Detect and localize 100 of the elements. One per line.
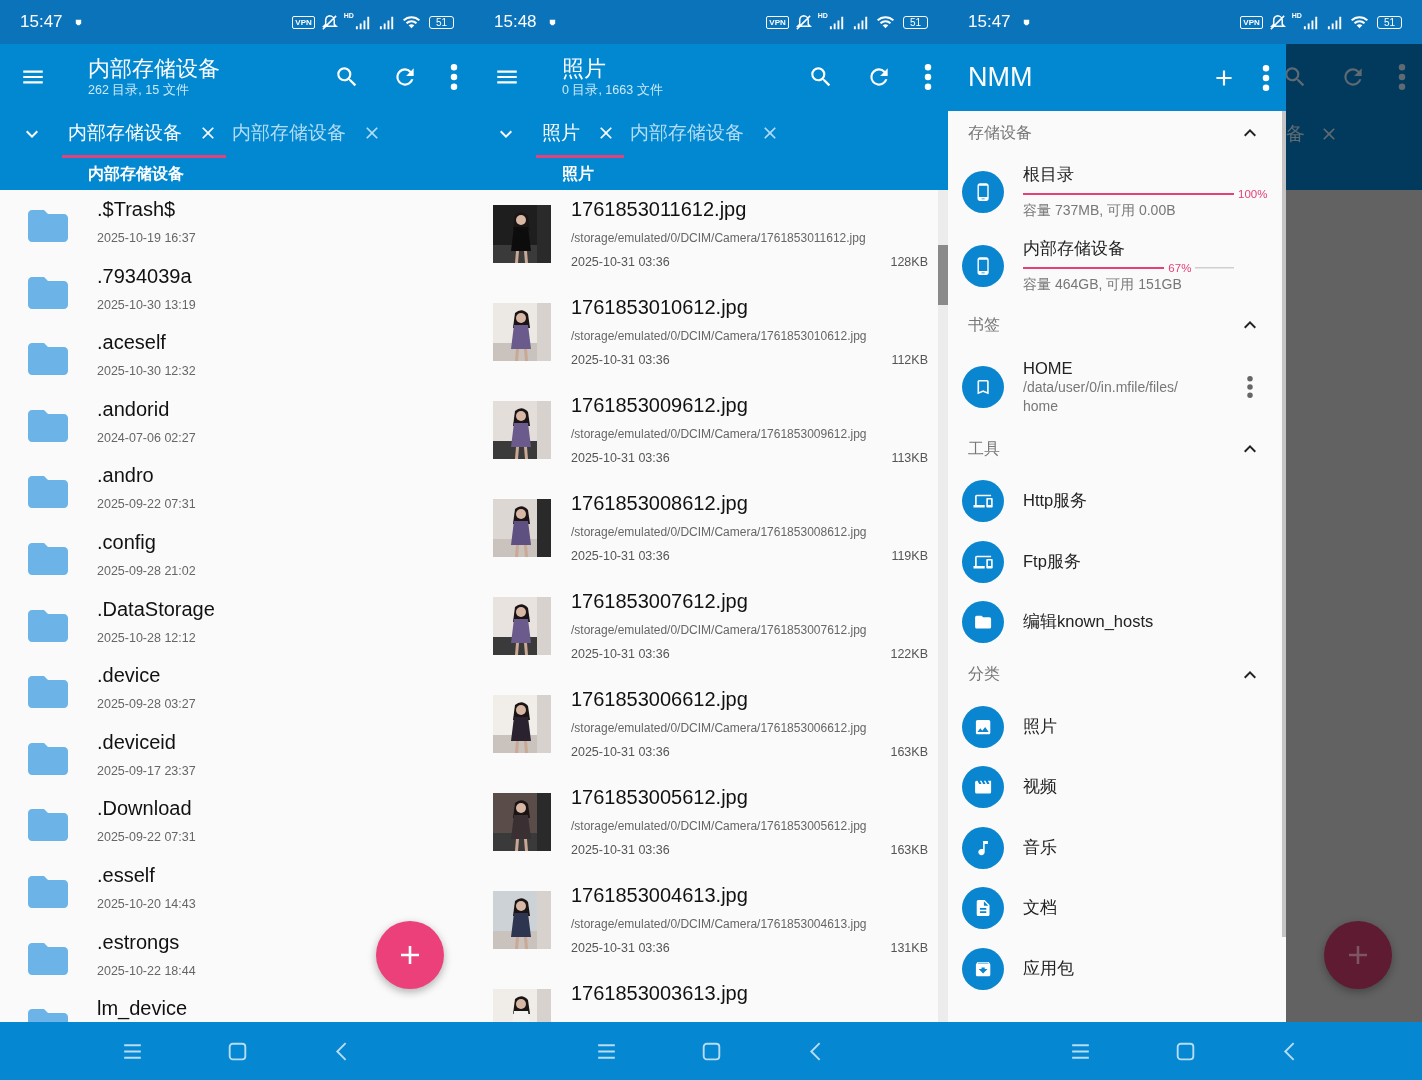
bookmark-icon: [962, 366, 1004, 408]
tab[interactable]: 内部存储设备: [62, 110, 226, 158]
file-path: /storage/emulated/0/DCIM/Camera/1761853009612.jpg: [571, 427, 868, 441]
folder-name[interactable]: lm_device: [97, 997, 188, 1020]
section-header[interactable]: 存储设备: [948, 111, 1286, 155]
modified-date: 2025-09-22 07:31: [97, 497, 196, 512]
tab-label: 备: [1286, 122, 1305, 146]
folder-name[interactable]: .$Trash$: [97, 198, 196, 220]
file-path: /storage/emulated/0/DCIM/Camera/1761853005612.jpg: [571, 819, 868, 833]
folder-name[interactable]: .Download: [97, 797, 196, 820]
file-path: /storage/emulated/0/DCIM/Camera/1761853011612.jpg: [571, 231, 867, 245]
drawer-item-label[interactable]: Http服务: [1023, 490, 1270, 513]
folder-name[interactable]: .config: [97, 530, 196, 553]
modified-date: 2025-10-31 03:36: [571, 255, 670, 269]
folder-icon: [28, 476, 68, 509]
file-size: 163KB: [890, 843, 928, 857]
vpn-indicator: VPN: [292, 15, 315, 29]
bell-off-icon: [319, 12, 339, 32]
file-name[interactable]: 1761853005612.jpg: [571, 786, 928, 809]
folder-icon: [28, 809, 68, 842]
file-name[interactable]: 1761853009612.jpg: [571, 394, 928, 417]
plus-icon: [401, 946, 419, 964]
folder-name[interactable]: .andro: [97, 464, 196, 487]
modified-date: 2025-10-30 12:32: [97, 364, 196, 379]
modified-date: 2025-10-19 16:37: [97, 231, 196, 245]
capacity-text: 容量 737MB, 可用 0.00B: [1023, 202, 1177, 220]
tab[interactable]: 照片: [536, 110, 624, 158]
folder-name[interactable]: .device: [97, 664, 196, 687]
folder-icon: [28, 742, 68, 775]
scrollbar[interactable]: [1282, 111, 1286, 937]
file-name[interactable]: 1761853011612.jpg: [571, 198, 928, 221]
devices-icon: [962, 480, 1004, 523]
file-name[interactable]: 1761853004613.jpg: [571, 884, 928, 907]
notification-icon: [73, 17, 83, 27]
image-icon: [962, 705, 1004, 748]
folder-icon: [28, 343, 68, 376]
folder-name[interactable]: .andorid: [97, 397, 196, 420]
clock-text: 15:47: [968, 12, 1011, 32]
phone-icon: [962, 245, 1004, 287]
add-button[interactable]: [1324, 921, 1392, 989]
more-icon[interactable]: [1262, 64, 1270, 91]
modified-date: 2025-10-31 03:36: [571, 353, 670, 367]
file-name[interactable]: 1761853003613.jpg: [571, 982, 928, 1005]
folder-icon: [28, 875, 68, 908]
section-header[interactable]: 书签: [948, 303, 1286, 347]
folder-name[interactable]: .7934039a: [97, 264, 196, 287]
file-path: /storage/emulated/0/DCIM/Camera/1761853004613.jpg: [571, 917, 868, 931]
drawer-item-label[interactable]: 编辑known_hosts: [1023, 611, 1270, 634]
folder-icon: [28, 942, 68, 975]
drawer-item-label[interactable]: Ftp服务: [1023, 550, 1270, 573]
bell-off-icon: [793, 12, 813, 32]
drawer-item-label[interactable]: HOME: [1023, 358, 1247, 378]
drawer-item-label[interactable]: 应用包: [1023, 957, 1270, 980]
drawer-item-label[interactable]: 视频: [1023, 776, 1270, 799]
battery-indicator: 51: [1376, 15, 1402, 29]
clock-text: 15:47: [20, 12, 63, 32]
modified-date: 2025-10-30 13:19: [97, 297, 196, 312]
more-icon[interactable]: [1247, 376, 1253, 398]
file-size: 119KB: [891, 549, 928, 563]
clapperboard-icon: [962, 766, 1004, 809]
scrollbar[interactable]: [938, 245, 948, 305]
notification-icon: [547, 17, 557, 27]
plus-icon: [1349, 946, 1367, 964]
drawer-item-label[interactable]: 音乐: [1023, 836, 1270, 859]
capacity-text: 容量 464GB, 可用 151GB: [1023, 276, 1183, 294]
section-header[interactable]: 分类: [948, 652, 1286, 697]
file-name[interactable]: 1761853007612.jpg: [571, 590, 928, 613]
modified-date: 2025-10-31 03:36: [571, 843, 670, 857]
breadcrumb[interactable]: 照片: [562, 163, 594, 185]
vpn-indicator: VPN: [766, 15, 789, 29]
folder-name[interactable]: .deviceid: [97, 730, 196, 753]
modified-date: 2025-10-31 03:36: [571, 647, 670, 661]
folder-name[interactable]: .DataStorage: [97, 597, 215, 620]
drawer-item-label[interactable]: 内部存储设备: [1023, 238, 1270, 260]
file-name[interactable]: 1761853006612.jpg: [571, 688, 928, 711]
file-path: /storage/emulated/0/DCIM/Camera/1761853010612.jpg: [571, 329, 868, 343]
breadcrumb[interactable]: 内部存储设备: [88, 163, 184, 185]
more-icon: [1398, 64, 1406, 90]
drawer-item-label[interactable]: 文档: [1023, 897, 1270, 920]
phone-icon: [962, 171, 1004, 213]
folder-name[interactable]: .esself: [97, 863, 196, 886]
drawer-item-label[interactable]: 根目录: [1023, 164, 1270, 186]
file-path: /storage/emulated/0/DCIM/Camera/1761853006612.jpg: [571, 721, 868, 735]
folder-name[interactable]: .estrongs: [97, 930, 196, 953]
bookmark-path: /data/user/0/in.mfile/files/home: [1023, 377, 1179, 416]
notification-icon: [1021, 17, 1031, 27]
more-icon[interactable]: [924, 64, 932, 90]
folder-icon: [962, 601, 1004, 644]
folder-name[interactable]: .aceself: [97, 331, 196, 354]
screen-title: 内部存储设备: [88, 55, 221, 82]
add-button[interactable]: [376, 921, 444, 989]
clock-text: 15:48: [494, 12, 537, 32]
more-icon[interactable]: [450, 64, 458, 90]
modified-date: 2025-09-17 23:37: [97, 763, 196, 778]
modified-date: 2025-10-31 03:36: [571, 941, 670, 955]
drawer-item-label[interactable]: 照片: [1023, 715, 1270, 738]
section-header[interactable]: 工具: [948, 427, 1286, 471]
file-name[interactable]: 1761853010612.jpg: [571, 296, 928, 319]
file-path: /storage/emulated/0/DCIM/Camera/1761853007612.jpg: [571, 623, 868, 637]
file-name[interactable]: 1761853008612.jpg: [571, 492, 928, 515]
